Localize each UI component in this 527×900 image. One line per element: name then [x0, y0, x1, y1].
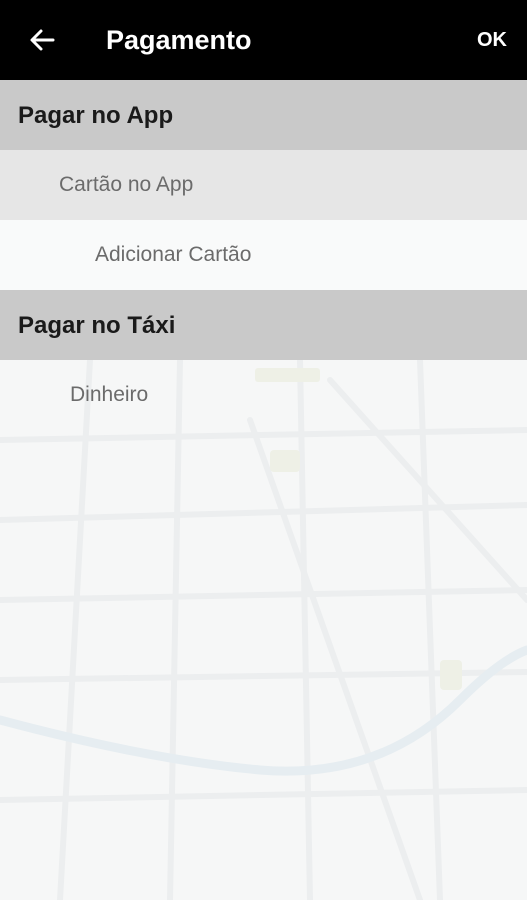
page-title: Pagamento [106, 25, 252, 55]
app-header: Pagamento OK [0, 0, 527, 80]
payment-options-list: Pagar no App Cartão no App Adicionar Car… [0, 80, 527, 430]
section-header-pay-in-taxi[interactable]: Pagar no Táxi [0, 290, 527, 360]
section-header-pay-in-app[interactable]: Pagar no App [0, 80, 527, 150]
arrow-left-icon [30, 29, 55, 51]
option-cash[interactable]: Dinheiro [0, 360, 527, 430]
ok-button[interactable]: OK [477, 0, 507, 80]
add-card-button[interactable]: Adicionar Cartão [0, 220, 527, 290]
option-card-in-app[interactable]: Cartão no App [0, 150, 527, 220]
back-button[interactable] [22, 20, 62, 60]
